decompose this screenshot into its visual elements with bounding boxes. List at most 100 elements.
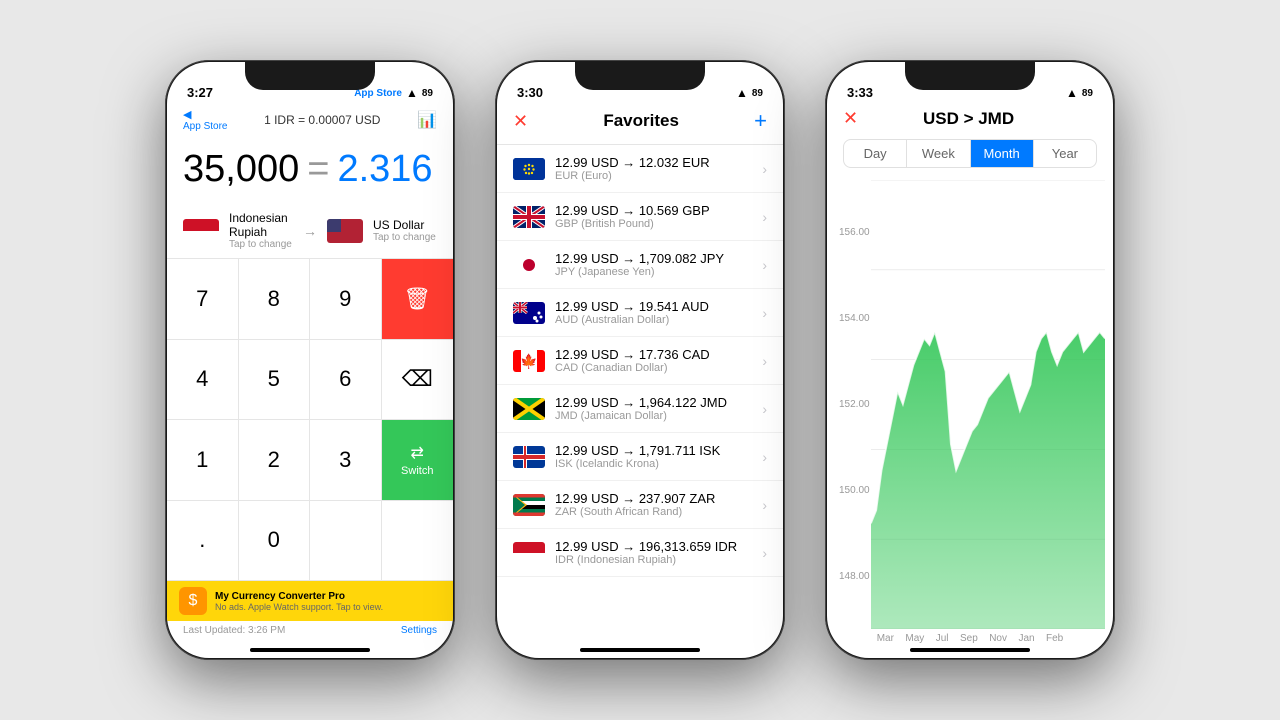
key-3[interactable]: 3 bbox=[310, 420, 382, 501]
switch-label: Switch bbox=[401, 465, 433, 477]
key-4[interactable]: 4 bbox=[167, 340, 239, 421]
y-label-4: 154.00 bbox=[839, 313, 867, 324]
tab-month[interactable]: Month bbox=[970, 140, 1033, 167]
key-dot[interactable]: . bbox=[167, 501, 239, 582]
rate-label: 1 IDR = 0.00007 USD bbox=[227, 113, 417, 127]
back-arrow-icon: ◀ bbox=[183, 108, 191, 121]
back-link[interactable]: ◀ App Store bbox=[183, 108, 227, 132]
key-empty bbox=[310, 501, 382, 582]
fav-name-jm: JMD (Jamaican Dollar) bbox=[555, 410, 752, 422]
y-label-1: 148.00 bbox=[839, 571, 867, 582]
top-bar-1: ◀ App Store 1 IDR = 0.00007 USD 📊 bbox=[167, 106, 453, 140]
key-1[interactable]: 1 bbox=[167, 420, 239, 501]
fav-conversion-au: 12.99 USD → 19.541 AUD bbox=[555, 299, 752, 314]
list-item[interactable]: 12.99 USD → 237.907 ZAR ZAR (South Afric… bbox=[497, 481, 783, 529]
close-button[interactable]: ✕ bbox=[513, 111, 528, 132]
key-0[interactable]: 0 bbox=[239, 501, 311, 582]
chevron-right-icon: › bbox=[762, 209, 767, 225]
is-flag bbox=[513, 446, 545, 468]
eu-flag bbox=[513, 158, 545, 180]
fav-name-idr: IDR (Indonesian Rupiah) bbox=[555, 554, 752, 566]
ad-banner[interactable]: $ My Currency Converter Pro No ads. Appl… bbox=[167, 581, 453, 621]
home-indicator-1 bbox=[250, 648, 370, 652]
key-switch[interactable]: ⇄ Switch bbox=[382, 420, 454, 501]
phones-container: 3:27 App Store ▲ 89 ◀ App Store 1 IDR = … bbox=[165, 60, 1115, 660]
equals-sign: = bbox=[307, 148, 329, 191]
key-delete[interactable]: 🗑 bbox=[382, 259, 454, 340]
key-5[interactable]: 5 bbox=[239, 340, 311, 421]
fav-text-za: 12.99 USD → 237.907 ZAR ZAR (South Afric… bbox=[555, 491, 752, 518]
from-currency-row[interactable]: Indonesian Rupiah Tap to change → US Dol… bbox=[167, 203, 453, 258]
fav-text-gb: 12.99 USD → 10.569 GBP GBP (British Poun… bbox=[555, 203, 752, 230]
fav-name-ca: CAD (Canadian Dollar) bbox=[555, 362, 752, 374]
notch-1 bbox=[245, 62, 375, 90]
wifi-icon-2: ▲ bbox=[736, 86, 748, 100]
fav-name-jp: JPY (Japanese Yen) bbox=[555, 266, 752, 278]
tab-year[interactable]: Year bbox=[1033, 140, 1096, 167]
last-updated: Last Updated: 3:26 PM bbox=[183, 625, 285, 636]
fav-conversion-za: 12.99 USD → 237.907 ZAR bbox=[555, 491, 752, 506]
list-item[interactable]: 12.99 USD → 12.032 EUR EUR (Euro) › bbox=[497, 145, 783, 193]
notch-2 bbox=[575, 62, 705, 90]
y-axis-labels: 156.00 154.00 152.00 150.00 148.00 bbox=[835, 180, 871, 629]
battery-icon: 89 bbox=[422, 88, 433, 99]
fav-conversion-jp: 12.99 USD → 1,709.082 JPY bbox=[555, 251, 752, 266]
add-favorite-button[interactable]: + bbox=[754, 108, 767, 134]
list-item[interactable]: 12.99 USD → 1,791.711 ISK ISK (Icelandic… bbox=[497, 433, 783, 481]
home-indicator-2 bbox=[580, 648, 700, 652]
svg-text:🍁: 🍁 bbox=[520, 353, 537, 370]
key-empty-2 bbox=[382, 501, 454, 582]
indonesia-flag bbox=[183, 219, 219, 243]
key-backspace[interactable]: ⌫ bbox=[382, 340, 454, 421]
chart-title: USD > JMD bbox=[858, 109, 1079, 129]
chevron-right-icon: › bbox=[762, 497, 767, 513]
status-icons-2: ▲ 89 bbox=[736, 86, 763, 100]
favorites-list: 12.99 USD → 12.032 EUR EUR (Euro) › bbox=[497, 145, 783, 644]
key-8[interactable]: 8 bbox=[239, 259, 311, 340]
chart-icon[interactable]: 📊 bbox=[417, 110, 437, 130]
converter-result: 2.316 bbox=[337, 148, 432, 191]
chart-close-button[interactable]: ✕ bbox=[843, 108, 858, 129]
key-9[interactable]: 9 bbox=[310, 259, 382, 340]
list-item[interactable]: 🍁 12.99 USD → 17.736 CAD CAD (Canadian D… bbox=[497, 337, 783, 385]
tab-week[interactable]: Week bbox=[906, 140, 969, 167]
notch-3 bbox=[905, 62, 1035, 90]
x-label-jul: Jul bbox=[936, 633, 949, 644]
chart-header: ✕ USD > JMD bbox=[827, 106, 1113, 139]
chevron-right-icon: › bbox=[762, 449, 767, 465]
fav-name-au: AUD (Australian Dollar) bbox=[555, 314, 752, 326]
favorites-title: Favorites bbox=[603, 111, 679, 131]
jm-flag bbox=[513, 398, 545, 420]
y-label-2: 150.00 bbox=[839, 485, 867, 496]
swap-arrow-icon: → bbox=[303, 223, 317, 239]
home-indicator-3 bbox=[910, 648, 1030, 652]
x-label-sep: Sep bbox=[960, 633, 978, 644]
ca-flag: 🍁 bbox=[513, 350, 545, 372]
fav-name-gb: GBP (British Pound) bbox=[555, 218, 752, 230]
converter-display: 35,000 = 2.316 bbox=[167, 140, 453, 203]
to-currency-tap: Tap to change bbox=[373, 232, 437, 243]
from-currency-info: Indonesian Rupiah Tap to change bbox=[229, 211, 293, 250]
ad-icon: $ bbox=[179, 587, 207, 615]
key-2[interactable]: 2 bbox=[239, 420, 311, 501]
fav-text-jm: 12.99 USD → 1,964.122 JMD JMD (Jamaican … bbox=[555, 395, 752, 422]
key-6[interactable]: 6 bbox=[310, 340, 382, 421]
phone-2: 3:30 ▲ 89 ✕ Favorites + bbox=[495, 60, 785, 660]
list-item[interactable]: 12.99 USD → 19.541 AUD AUD (Australian D… bbox=[497, 289, 783, 337]
y-label-5: 156.00 bbox=[839, 227, 867, 238]
phone-3: 3:33 ▲ 89 ✕ USD > JMD Day Week Month Yea… bbox=[825, 60, 1115, 660]
bottom-bar-1: Last Updated: 3:26 PM Settings bbox=[167, 621, 453, 644]
fav-name-za: ZAR (South African Rand) bbox=[555, 506, 752, 518]
status-icons-1: App Store ▲ 89 bbox=[354, 86, 433, 100]
fav-text-eu: 12.99 USD → 12.032 EUR EUR (Euro) bbox=[555, 155, 752, 182]
status-time-1: 3:27 bbox=[187, 85, 213, 100]
settings-link[interactable]: Settings bbox=[401, 625, 437, 636]
fav-text-au: 12.99 USD → 19.541 AUD AUD (Australian D… bbox=[555, 299, 752, 326]
from-currency-name: Indonesian Rupiah bbox=[229, 211, 293, 239]
list-item[interactable]: 12.99 USD → 1,964.122 JMD JMD (Jamaican … bbox=[497, 385, 783, 433]
list-item[interactable]: 12.99 USD → 196,313.659 IDR IDR (Indones… bbox=[497, 529, 783, 577]
list-item[interactable]: 12.99 USD → 1,709.082 JPY JPY (Japanese … bbox=[497, 241, 783, 289]
tab-day[interactable]: Day bbox=[844, 140, 906, 167]
list-item[interactable]: 12.99 USD → 10.569 GBP GBP (British Poun… bbox=[497, 193, 783, 241]
key-7[interactable]: 7 bbox=[167, 259, 239, 340]
